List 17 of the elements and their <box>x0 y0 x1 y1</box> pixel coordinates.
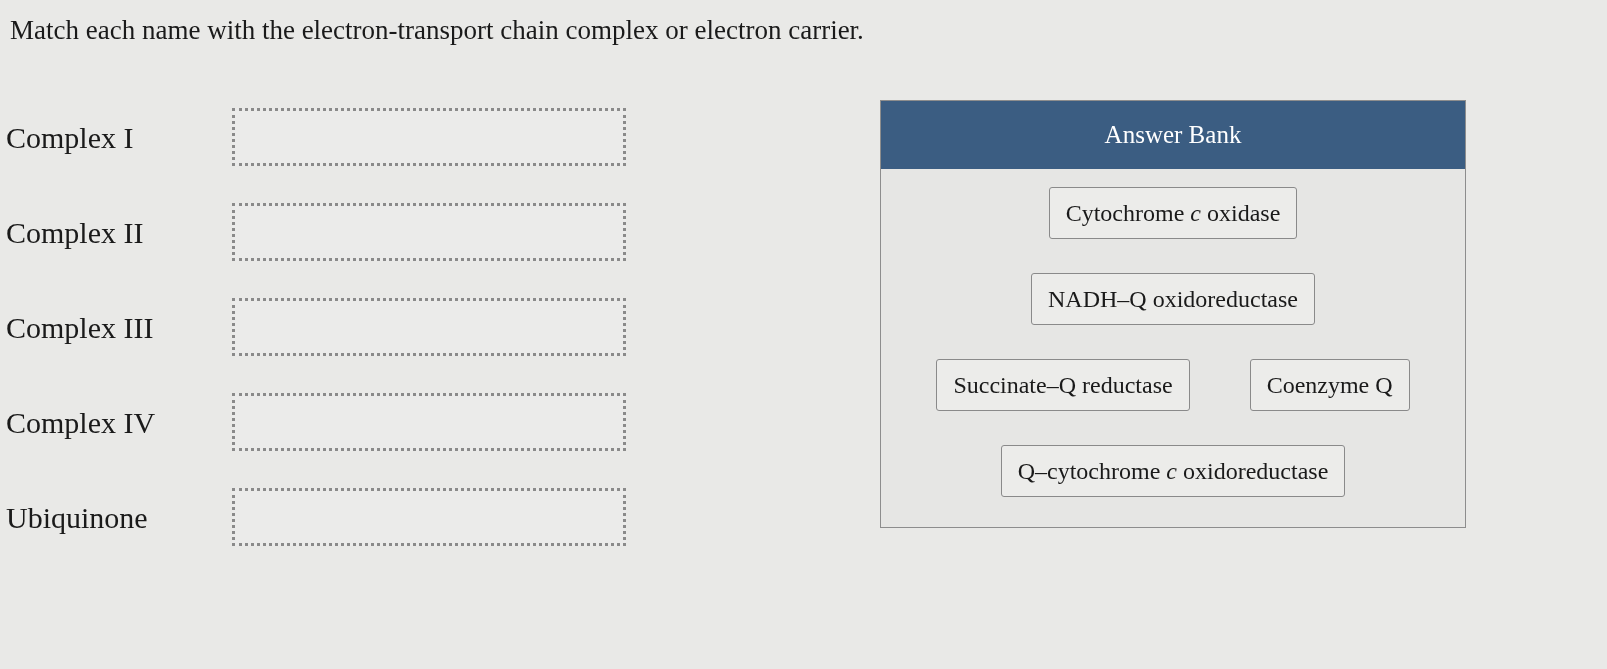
drop-zone[interactable] <box>232 298 626 356</box>
drop-zone[interactable] <box>232 203 626 261</box>
answer-bank-title: Answer Bank <box>1104 120 1242 151</box>
drop-zone[interactable] <box>232 108 626 166</box>
term-label: Complex III <box>5 309 155 346</box>
answer-chip[interactable]: Q–cytochrome c oxidoreductase <box>1000 445 1346 497</box>
answer-chip[interactable]: Cytochrome c oxidase <box>1048 187 1298 239</box>
drop-zone[interactable] <box>232 393 626 451</box>
answer-chip[interactable]: NADH–Q oxidoreductase <box>1031 273 1315 325</box>
term-label: Complex II <box>5 214 145 251</box>
term-label: Complex I <box>5 119 135 156</box>
question-text: Match each name with the electron-transport chain complex or electron carrier. <box>10 14 865 47</box>
term-label: Complex IV <box>5 404 157 441</box>
term-label: Ubiquinone <box>5 499 149 536</box>
answer-chip[interactable]: Coenzyme Q <box>1249 359 1410 411</box>
answer-chip[interactable]: Succinate–Q reductase <box>936 359 1190 411</box>
drop-zone[interactable] <box>232 488 626 546</box>
